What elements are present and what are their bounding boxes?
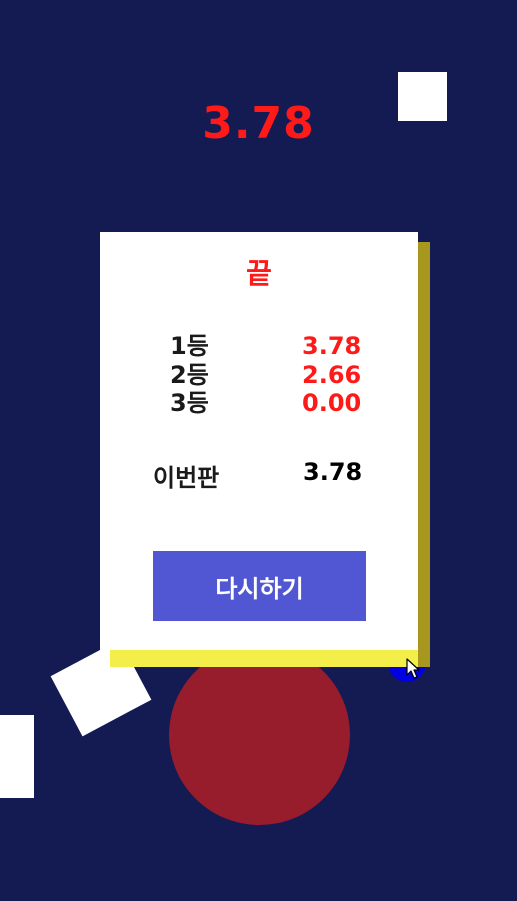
result-panel: 끝 1등 3.78 2등 2.66 3등 0.00 이번판 3.78 다시하기 bbox=[100, 232, 418, 650]
rank-1-value: 3.78 bbox=[302, 332, 362, 360]
panel-title: 끝 bbox=[246, 257, 272, 290]
retry-button[interactable]: 다시하기 bbox=[153, 551, 366, 621]
panel-shadow bbox=[418, 242, 430, 667]
current-round-value: 3.78 bbox=[303, 458, 363, 486]
rank-2-value: 2.66 bbox=[302, 361, 362, 389]
rank-3-label: 3등 bbox=[170, 389, 209, 417]
rank-1-label: 1등 bbox=[170, 332, 209, 360]
floating-block-top-right bbox=[398, 72, 447, 121]
current-round-label: 이번판 bbox=[153, 464, 220, 492]
player-ball bbox=[169, 645, 350, 825]
mouse-cursor-icon bbox=[406, 658, 420, 679]
rank-2-label: 2등 bbox=[170, 361, 209, 389]
panel-bottom-strip bbox=[110, 650, 418, 667]
floating-block-left-edge bbox=[0, 715, 34, 798]
rank-3-value: 0.00 bbox=[302, 389, 362, 417]
